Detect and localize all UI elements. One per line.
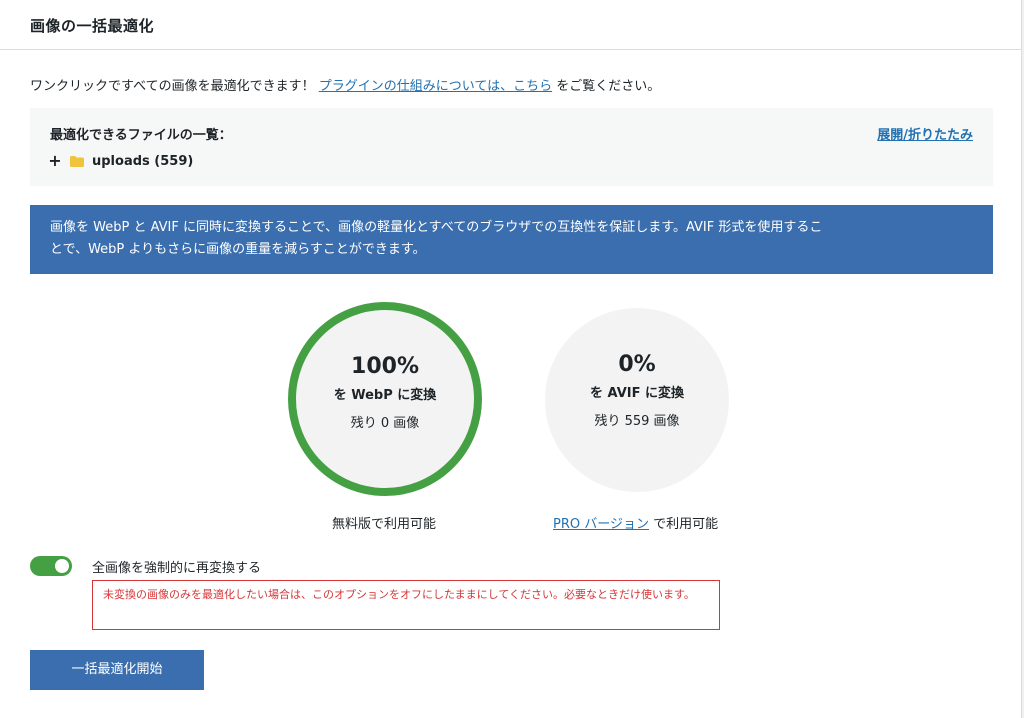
- pro-version-link[interactable]: PRO バージョン: [553, 517, 649, 532]
- panel-header: 画像の一括最適化: [0, 0, 1022, 50]
- force-reconvert-label: 全画像を強制的に再変換する: [92, 561, 262, 576]
- avif-availability: PRO バージョン で利用可能: [553, 513, 718, 532]
- start-bulk-optimization-button[interactable]: 一括最適化開始: [30, 650, 204, 690]
- webp-availability: 無料版で利用可能: [332, 517, 437, 532]
- expand-collapse-link[interactable]: 展開/折りたたみ: [877, 124, 973, 143]
- webp-percent: 100%: [351, 354, 419, 379]
- intro-text-before: ワンクリックですべての画像を最適化できます！: [30, 79, 315, 94]
- avif-remaining: 残り 559 画像: [594, 414, 680, 429]
- intro-text: ワンクリックですべての画像を最適化できます！ プラグインの仕組みについては、こち…: [30, 75, 660, 94]
- intro-text-after: をご覧ください。: [556, 79, 661, 94]
- force-reconvert-toggle[interactable]: [30, 556, 72, 576]
- avif-label: を AVIF に変換: [589, 386, 684, 401]
- avif-availability-suffix: で利用可能: [653, 517, 719, 532]
- file-list-title: 最適化できるファイルの一覧：: [50, 128, 232, 143]
- folder-label: uploads (559): [92, 153, 194, 169]
- bulk-optimization-panel: 画像の一括最適化 ワンクリックですべての画像を最適化できます！ プラグインの仕組…: [0, 0, 1022, 718]
- expand-plus-icon[interactable]: +: [48, 153, 62, 169]
- how-it-works-link[interactable]: プラグインの仕組みについては、こちら: [319, 79, 552, 94]
- force-reconvert-warning: 未変換の画像のみを最適化したい場合は、このオプションをオフにしたままにしてくださ…: [92, 580, 720, 630]
- info-banner: 画像を WebP と AVIF に同時に変換することで、画像の軽量化とすべてのブ…: [30, 205, 993, 274]
- toggle-knob: [55, 559, 69, 573]
- folder-icon: [70, 155, 84, 167]
- file-list-box: 最適化できるファイルの一覧： 展開/折りたたみ + uploads (559): [30, 108, 993, 186]
- webp-label: を WebP に変換: [333, 388, 437, 403]
- tree-item-uploads[interactable]: + uploads (559): [48, 152, 193, 170]
- info-banner-text: 画像を WebP と AVIF に同時に変換することで、画像の軽量化とすべてのブ…: [50, 220, 823, 257]
- avif-percent: 0%: [618, 352, 656, 377]
- page-title: 画像の一括最適化: [30, 17, 155, 35]
- webp-progress-circle: 100% を WebP に変換 残り 0 画像: [288, 302, 482, 496]
- webp-remaining: 残り 0 画像: [350, 416, 420, 431]
- avif-progress-circle: 0% を AVIF に変換 残り 559 画像: [545, 308, 729, 492]
